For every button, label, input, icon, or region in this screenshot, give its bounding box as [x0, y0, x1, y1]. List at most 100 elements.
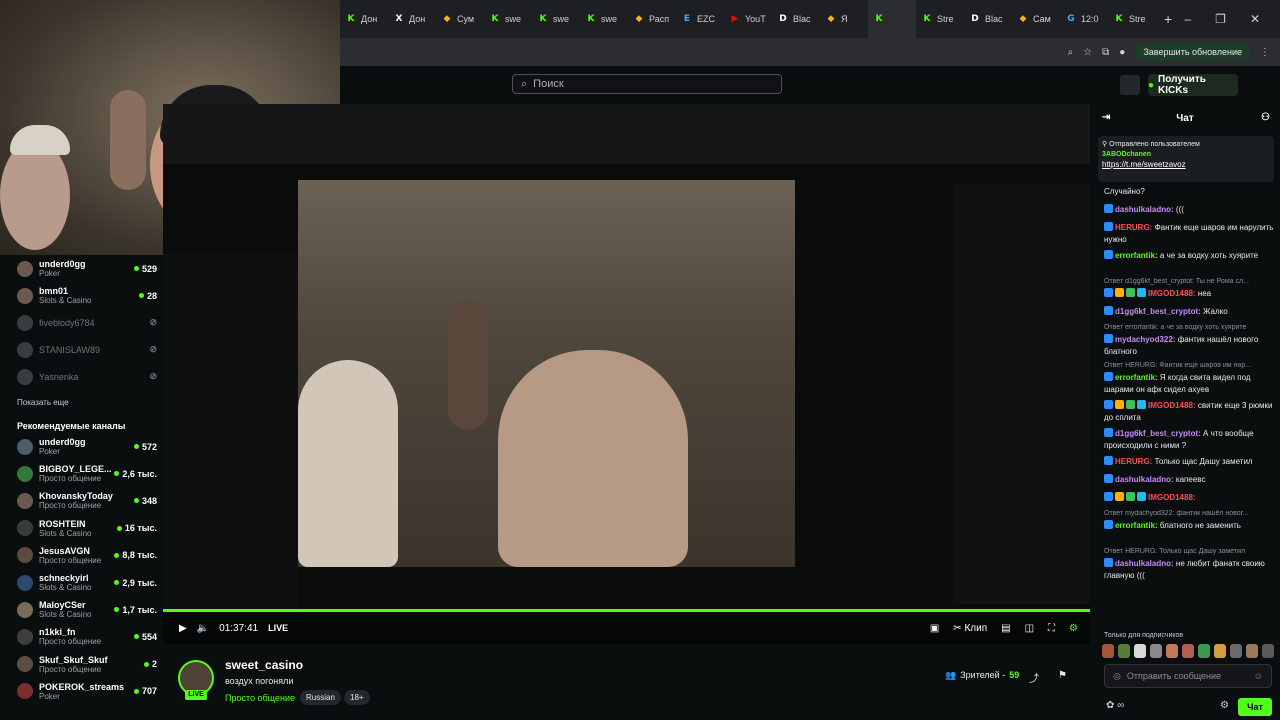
stream-title: воздух погоняли [225, 676, 294, 686]
sidebar-recommended-item[interactable]: Skuf_Skuf_Skuf Просто общение 2 [17, 651, 157, 678]
emote-icon[interactable] [1118, 644, 1130, 658]
chat-input[interactable]: ◎ Отправить сообщение ☺ [1104, 664, 1272, 688]
sidebar-following-item[interactable]: Yasnenka ⊘ [17, 363, 157, 390]
chat-username[interactable]: HERURG: [1115, 457, 1152, 466]
close-window-icon[interactable]: ✕ [1250, 12, 1260, 26]
browser-tab[interactable]: E EZC [676, 0, 724, 38]
sidebar-recommended-item[interactable]: schneckyirl Slots & Casino 2,9 тыс. [17, 569, 157, 596]
collapse-chat-icon[interactable]: ⇥ [1102, 112, 1110, 123]
chat-username[interactable]: HERURG: [1115, 223, 1152, 232]
sidebar-following-item[interactable]: bmn01 Slots & Casino 28 [17, 282, 157, 309]
share-icon[interactable]: ⤴ [1029, 670, 1041, 685]
sidebar-recommended-item[interactable]: POKEROK_streams Poker 707 [17, 678, 157, 705]
chat-username[interactable]: errorfantik: [1115, 251, 1158, 260]
sidebar-recommended-item[interactable]: MaloyCSer Slots & Casino 1,7 тыс. [17, 596, 157, 623]
browser-tab[interactable]: ◆ Сум [436, 0, 484, 38]
mini-player-icon[interactable]: ▤ [1001, 623, 1010, 634]
emote-icon[interactable] [1198, 644, 1210, 658]
chat-username[interactable]: d1gg6kf_best_cryptot: [1115, 307, 1201, 316]
chat-settings-icon[interactable]: ⚙ [1220, 700, 1229, 711]
grid-icon[interactable] [1120, 75, 1140, 95]
chat-username[interactable]: errorfantik: [1115, 521, 1158, 530]
chat-username[interactable]: errorfantik: [1115, 373, 1158, 382]
pinned-user[interactable]: 3ABODchanen [1102, 151, 1270, 158]
clip-button[interactable]: ✂ Клип [953, 623, 987, 634]
browser-tab[interactable]: ▶ YouT [724, 0, 772, 38]
browser-tab[interactable]: Kswe [580, 0, 628, 38]
browser-tab[interactable]: D Blac [964, 0, 1012, 38]
live-dot-icon [114, 471, 120, 477]
volume-icon[interactable]: 🔈 [197, 623, 209, 634]
settings-gear-icon[interactable]: ⚙ [1069, 623, 1078, 634]
emote-icon[interactable] [1150, 644, 1162, 658]
browser-tab[interactable]: K Дон [340, 0, 388, 38]
profile-icon[interactable]: ● [1119, 47, 1125, 58]
new-tab-icon[interactable]: + [1156, 11, 1180, 27]
get-kicks-button[interactable]: ● Получить KICKs [1148, 74, 1238, 96]
sidebar-recommended-item[interactable]: ROSHTEIN Slots & Casino 16 тыс. [17, 515, 157, 542]
chat-badge-icon [1104, 456, 1113, 465]
browser-tab[interactable]: ◆ Я [820, 0, 868, 38]
browser-tab[interactable]: ◆ Расп [628, 0, 676, 38]
emoji-icon[interactable]: ☺ [1254, 671, 1263, 681]
chat-username[interactable]: dashulkaladno: [1115, 205, 1174, 214]
browser-tab[interactable]: X Дон [388, 0, 436, 38]
maximize-icon[interactable]: ❐ [1215, 12, 1226, 26]
video-player[interactable]: ▶ 🔈 01:37:41 LIVE ▣ ✂ Клип ▤ ◫ ⛶ ⚙ [163, 104, 1090, 644]
sidebar-recommended-item[interactable]: JesusAVGN Просто общение 8,8 тыс. [17, 542, 157, 569]
browser-tab[interactable]: D Blac [772, 0, 820, 38]
theatre-mode-icon[interactable]: ▣ [930, 623, 939, 634]
gift-icon[interactable]: ⚑ [1058, 670, 1070, 682]
browser-update-button[interactable]: Завершить обновление [1135, 43, 1250, 61]
browser-tab[interactable]: K Stre [916, 0, 964, 38]
sidebar-following-item[interactable]: underd0gg Poker 529 [17, 255, 157, 282]
browser-tab[interactable]: K [868, 0, 916, 38]
sidebar-following-item[interactable]: STANISLAW89 ⊘ [17, 336, 157, 363]
emote-icon[interactable] [1246, 644, 1258, 658]
chat-message: Случайно? [1104, 186, 1274, 198]
chat-username[interactable]: dashulkaladno: [1115, 475, 1174, 484]
extensions-icon[interactable]: ⧉ [1102, 47, 1109, 58]
picture-in-picture-icon[interactable]: ◫ [1025, 623, 1034, 634]
play-icon[interactable]: ▶ [179, 623, 187, 634]
sidebar-recommended-item[interactable]: BIGBOY_LEGE... Просто общение 2,6 тыс. [17, 460, 157, 487]
chat-username[interactable]: d1gg6kf_best_cryptot: [1115, 429, 1201, 438]
tag-language[interactable]: Russian [300, 690, 341, 705]
chat-users-icon[interactable]: ⚇ [1261, 112, 1270, 123]
chat-username[interactable]: IMGOD1488: [1148, 493, 1196, 502]
chat-send-button[interactable]: Чат [1238, 698, 1272, 716]
emote-icon[interactable] [1262, 644, 1274, 658]
emote-icon[interactable] [1102, 644, 1114, 658]
search-input[interactable]: ⌕ Поиск [512, 74, 782, 94]
emote-icon[interactable] [1134, 644, 1146, 658]
chat-username[interactable]: IMGOD1488: [1148, 289, 1196, 298]
emote-icon[interactable] [1166, 644, 1178, 658]
sidebar-recommended-item[interactable]: n1kki_fn Просто общение 554 [17, 623, 157, 650]
sidebar-recommended-item[interactable]: underd0gg Poker 572 [17, 433, 157, 460]
browser-tab[interactable]: Kswe [484, 0, 532, 38]
bookmark-star-icon[interactable]: ☆ [1083, 47, 1092, 58]
browser-tab[interactable]: K Stre [1108, 0, 1156, 38]
browser-menu-icon[interactable]: ⋮ [1260, 47, 1270, 58]
chat-username[interactable]: mydachyod322: [1115, 335, 1175, 344]
chat-reply-context: Ответ mydachyod322: фантик нашёл новог..… [1104, 510, 1249, 517]
show-more-link[interactable]: Показать еще [17, 398, 69, 407]
browser-tab[interactable]: Kswe [532, 0, 580, 38]
browser-tab[interactable]: G 12:0 [1060, 0, 1108, 38]
minimize-icon[interactable]: – [1184, 12, 1191, 26]
browser-tab[interactable]: ◆ Сам [1012, 0, 1060, 38]
stream-category[interactable]: Просто общение [225, 693, 295, 703]
emote-icon[interactable] [1214, 644, 1226, 658]
fullscreen-icon[interactable]: ⛶ [1048, 623, 1055, 634]
sidebar-recommended-item[interactable]: KhovanskyToday Просто общение 348 [17, 487, 157, 514]
tag-age[interactable]: 18+ [344, 690, 370, 705]
emote-icon[interactable] [1230, 644, 1242, 658]
channel-name[interactable]: sweet_casino [225, 658, 303, 672]
chat-username[interactable]: dashulkaladno: [1115, 559, 1174, 568]
sidebar-following-item[interactable]: fiveblody6784 ⊘ [17, 309, 157, 336]
pinned-link[interactable]: https://t.me/sweetzavoz [1102, 160, 1270, 169]
emote-icon[interactable] [1182, 644, 1194, 658]
chat-username[interactable]: IMGOD1488: [1148, 401, 1196, 410]
chat-rewards-icon[interactable]: ✿ ∞ [1106, 700, 1124, 711]
zoom-icon[interactable]: ⌕ [1068, 47, 1074, 58]
